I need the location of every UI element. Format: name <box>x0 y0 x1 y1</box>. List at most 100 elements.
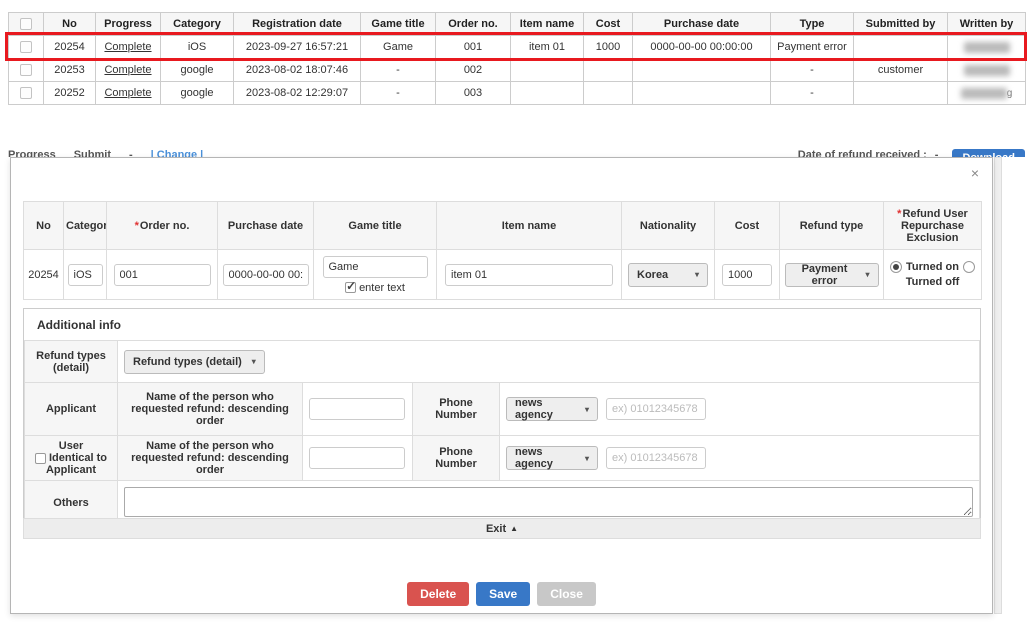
cell-cost <box>584 59 633 82</box>
cell-order-no: 003 <box>436 82 511 105</box>
cell-order-no: 001 <box>436 36 511 59</box>
cost-input[interactable] <box>722 264 772 286</box>
nationality-select[interactable]: Korea ▾ <box>628 263 708 287</box>
exit-collapse-bar[interactable]: Exit ▲ <box>23 518 981 539</box>
enter-text-checkbox[interactable] <box>345 282 356 293</box>
item-name-input[interactable] <box>445 264 613 286</box>
row-checkbox[interactable] <box>20 41 32 53</box>
form-col-order-no: *Order no. <box>107 202 218 250</box>
cell-category: google <box>161 82 234 105</box>
modal-footer: Delete Save Close <box>11 582 992 606</box>
others-textarea[interactable] <box>124 487 973 517</box>
cell-category: iOS <box>161 36 234 59</box>
user-agency-select[interactable]: news agency ▾ <box>506 446 598 470</box>
col-item-name: Item name <box>511 13 584 36</box>
col-game-title: Game title <box>361 13 436 36</box>
required-mark: * <box>135 220 139 232</box>
additional-info-section: Additional info Refund types (detail) Re… <box>23 308 981 527</box>
select-all-checkbox[interactable] <box>20 18 32 30</box>
progress-link[interactable]: Complete <box>104 64 151 76</box>
col-type: Type <box>771 13 854 36</box>
order-no-input[interactable] <box>114 264 211 286</box>
download-button[interactable]: Download <box>952 149 1025 157</box>
repurchase-exclusion-radios: Turned on Turned off <box>890 261 976 288</box>
redacted-text <box>964 42 1010 53</box>
applicant-phone-input[interactable] <box>606 398 706 420</box>
cell-item-name <box>511 59 584 82</box>
user-name-sublabel: Name of the person who requested refund:… <box>118 436 303 481</box>
refund-types-select[interactable]: Refund types (detail) ▾ <box>124 350 265 374</box>
col-category: Category <box>161 13 234 36</box>
chevron-down-icon: ▾ <box>695 270 699 279</box>
progress-label: Progress <box>8 149 56 157</box>
cell-item-name: item 01 <box>511 36 584 59</box>
purchase-date-input[interactable] <box>223 264 309 286</box>
cell-game-title: - <box>361 59 436 82</box>
col-purchase-date: Purchase date <box>633 13 771 36</box>
cell-category: google <box>161 59 234 82</box>
enter-text-label: enter text <box>359 282 405 294</box>
applicant-name-input[interactable] <box>309 398 405 420</box>
cell-registration-date: 2023-08-02 18:07:46 <box>234 59 361 82</box>
row-checkbox[interactable] <box>20 64 32 76</box>
user-phone-label: Phone Number <box>413 436 500 481</box>
form-value-row: 20254 enter text Korea ▾ <box>24 250 982 300</box>
col-order-no: Order no. <box>436 13 511 36</box>
save-button[interactable]: Save <box>476 582 530 606</box>
table-row[interactable]: 20254 Complete iOS 2023-09-27 16:57:21 G… <box>9 36 1026 59</box>
chevron-down-icon: ▾ <box>865 270 869 279</box>
turned-on-radio[interactable] <box>890 261 902 273</box>
cell-game-title: - <box>361 82 436 105</box>
user-name-input[interactable] <box>309 447 405 469</box>
turned-off-radio[interactable] <box>963 261 975 273</box>
cell-cost: 1000 <box>584 36 633 59</box>
cell-submitted-by: customer <box>854 59 948 82</box>
cell-no: 20254 <box>44 36 96 59</box>
form-col-purchase-date: Purchase date <box>218 202 314 250</box>
refund-types-label: Refund types (detail) <box>25 341 118 383</box>
cell-purchase-date <box>633 59 771 82</box>
col-no: No <box>44 13 96 36</box>
applicant-phone-label: Phone Number <box>413 383 500 436</box>
records-table: No Progress Category Registration date G… <box>8 12 1025 105</box>
user-phone-input[interactable] <box>606 447 706 469</box>
change-link[interactable]: | Change | <box>151 149 204 157</box>
form-col-refund-user: *Refund User Repurchase Exclusion <box>884 202 982 250</box>
cell-no: 20253 <box>44 59 96 82</box>
form-col-cost: Cost <box>715 202 780 250</box>
exit-label: Exit <box>486 523 506 535</box>
required-mark: * <box>897 208 901 220</box>
submit-value: - <box>129 149 133 157</box>
cell-no: 20252 <box>44 82 96 105</box>
form-col-refund-type: Refund type <box>780 202 884 250</box>
refund-type-select[interactable]: Payment error ▾ <box>785 263 879 287</box>
table-row[interactable]: 20253 Complete google 2023-08-02 18:07:4… <box>9 59 1026 82</box>
refund-types-row: Refund types (detail) Refund types (deta… <box>25 341 980 383</box>
cell-submitted-by <box>854 82 948 105</box>
cell-type: - <box>771 59 854 82</box>
cell-registration-date: 2023-09-27 16:57:21 <box>234 36 361 59</box>
progress-link[interactable]: Complete <box>104 87 151 99</box>
additional-info-title: Additional info <box>24 309 980 340</box>
table-row[interactable]: 20252 Complete google 2023-08-02 12:29:0… <box>9 82 1026 105</box>
user-identical-label: User Identical to Applicant <box>25 436 118 481</box>
applicant-agency-select[interactable]: news agency ▾ <box>506 397 598 421</box>
category-input[interactable] <box>68 264 103 286</box>
progress-link[interactable]: Complete <box>104 41 151 53</box>
redacted-text-tail: g <box>1007 88 1013 99</box>
close-icon[interactable]: × <box>971 166 979 180</box>
cell-purchase-date: 0000-00-00 00:00:00 <box>633 36 771 59</box>
col-progress: Progress <box>96 13 161 36</box>
chevron-down-icon: ▾ <box>252 357 256 366</box>
cell-registration-date: 2023-08-02 12:29:07 <box>234 82 361 105</box>
close-button[interactable]: Close <box>537 582 596 606</box>
row-checkbox[interactable] <box>20 87 32 99</box>
cell-written-by <box>948 36 1026 59</box>
modal-scrollbar[interactable] <box>994 157 1002 614</box>
game-title-input[interactable] <box>323 256 428 278</box>
identical-to-applicant-checkbox[interactable] <box>35 453 46 464</box>
delete-button[interactable]: Delete <box>407 582 469 606</box>
cell-game-title: Game <box>361 36 436 59</box>
date-refund-label: Date of refund received : <box>798 149 927 157</box>
turned-off-label: Turned off <box>906 276 960 288</box>
